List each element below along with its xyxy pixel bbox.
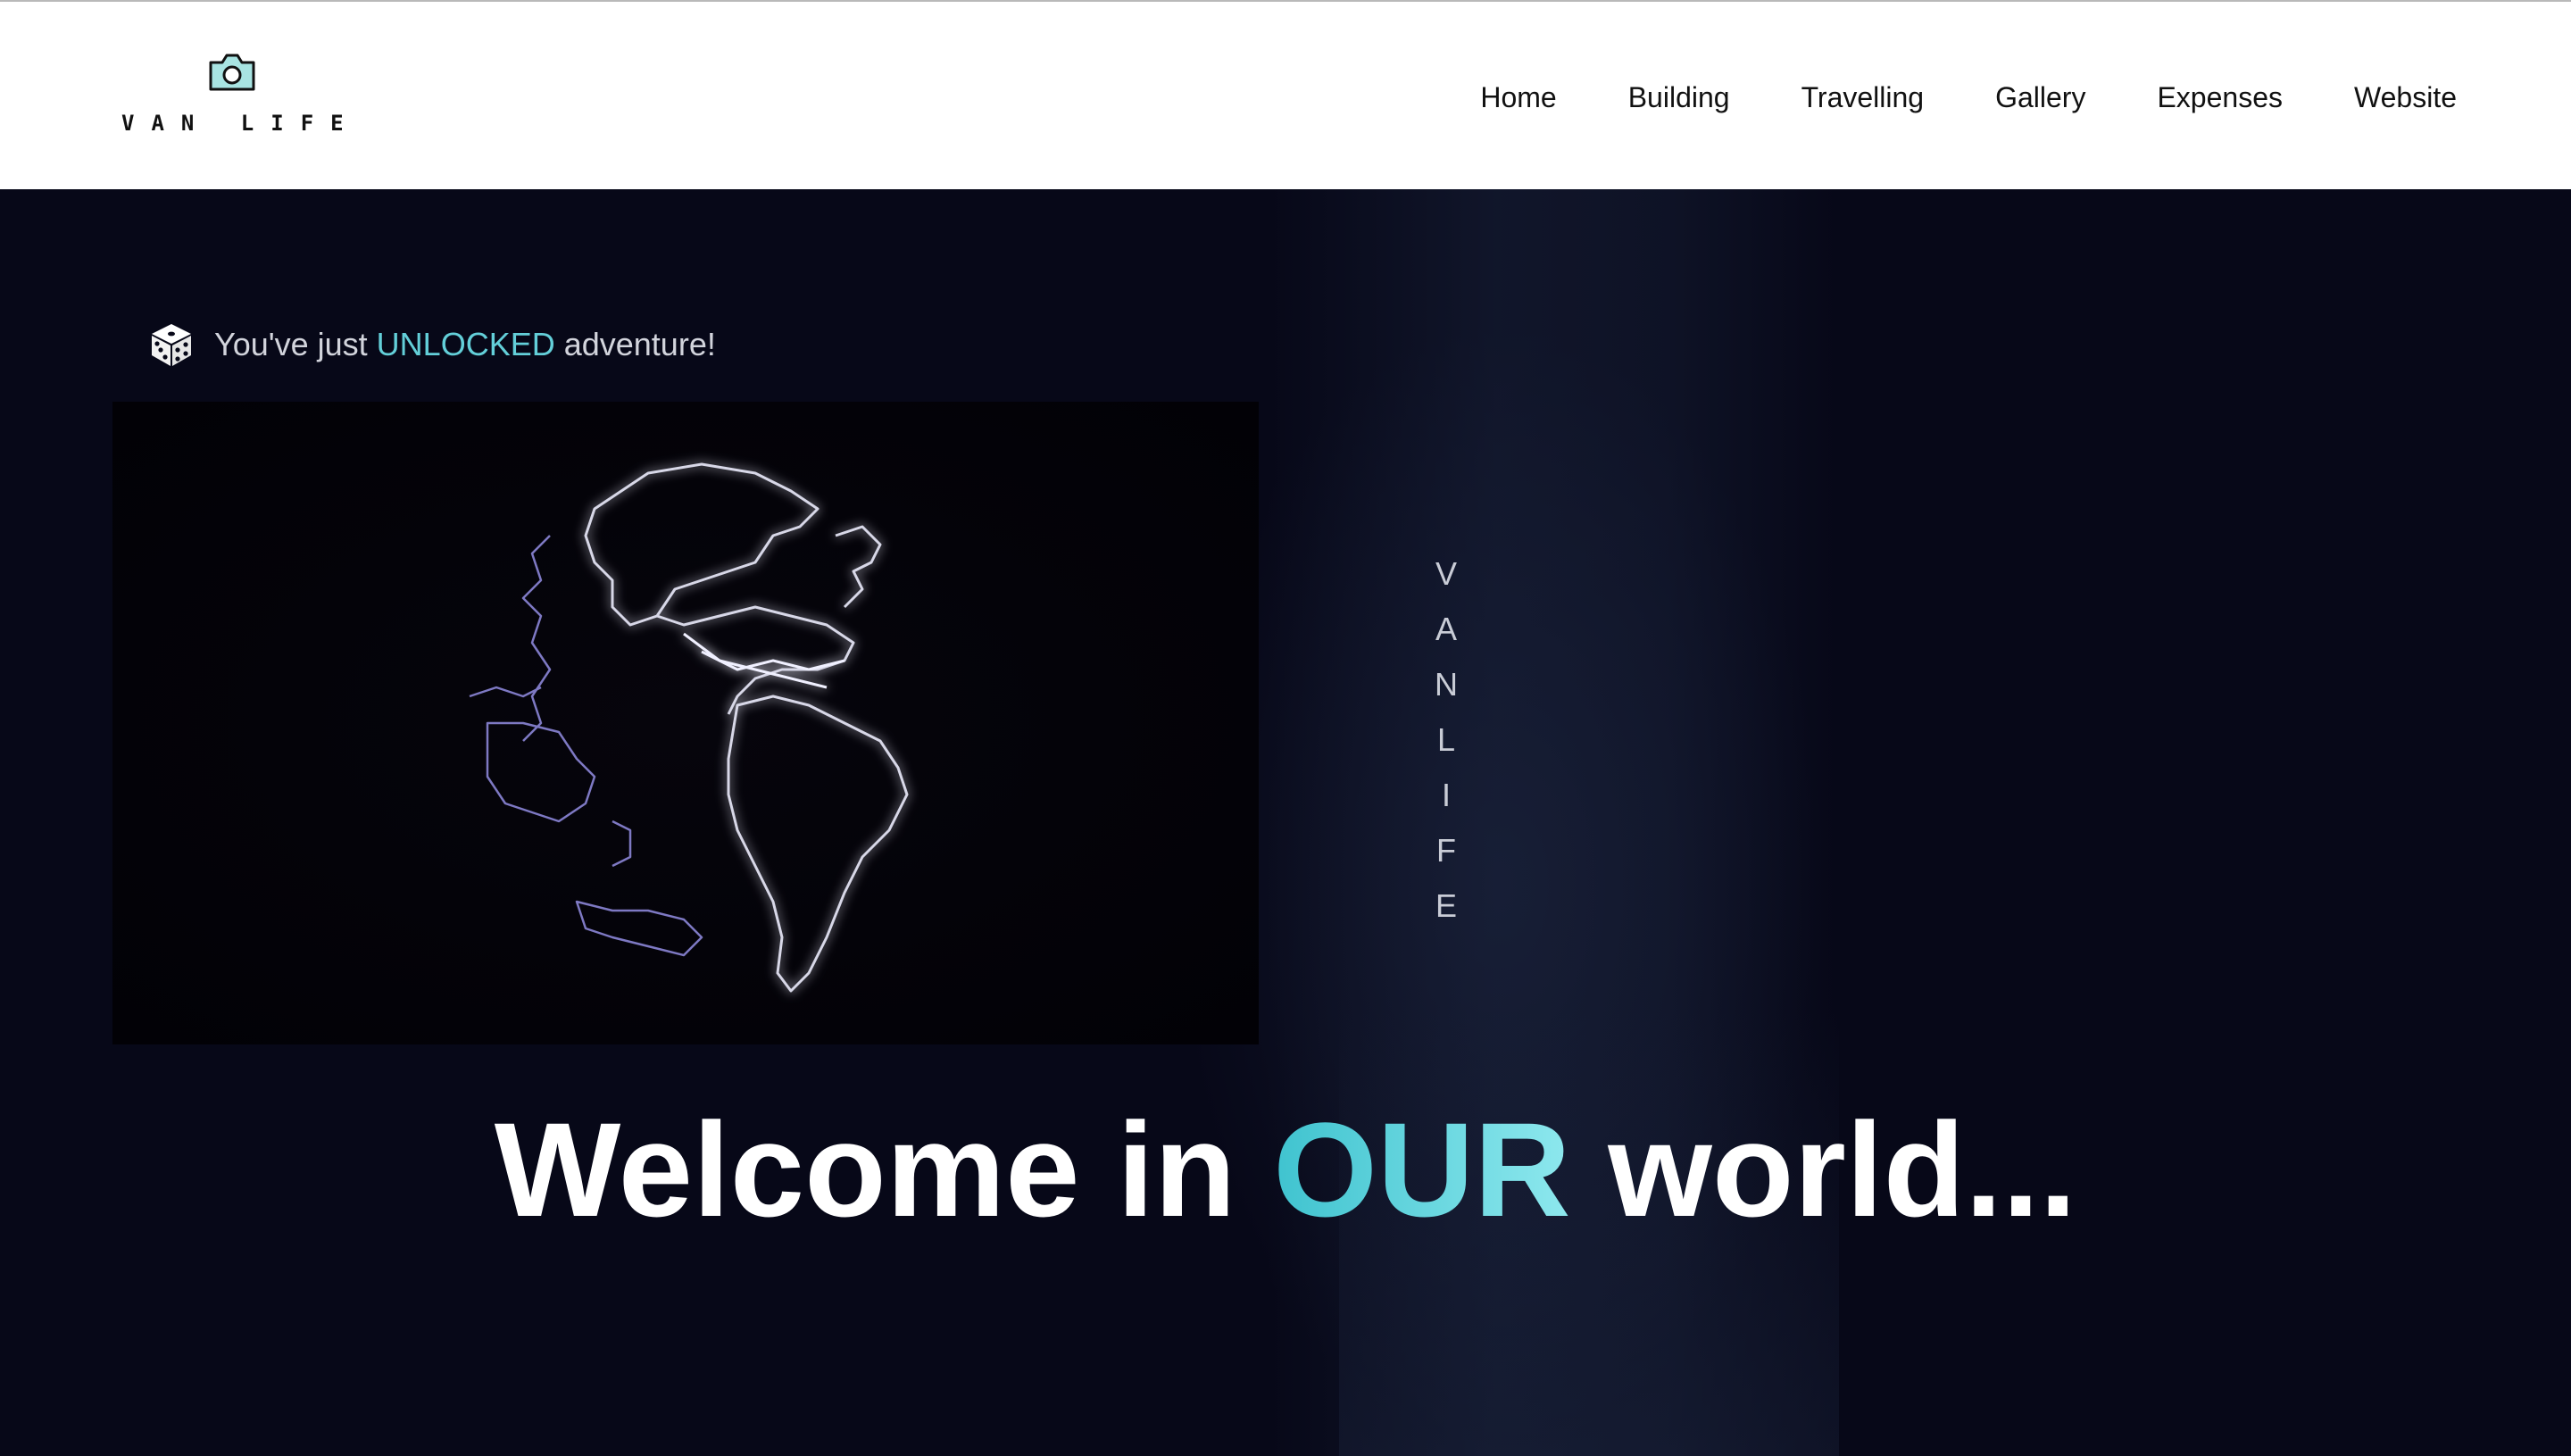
welcome-heading: Welcome in OUR world... [0, 1089, 2571, 1250]
vertical-van-life-text: V A N L I F E [1419, 546, 1473, 934]
nav-building[interactable]: Building [1628, 77, 1730, 118]
logo[interactable]: VAN LIFE [121, 52, 344, 141]
unlock-suffix: adventure! [554, 326, 716, 362]
nav-expenses[interactable]: Expenses [2157, 77, 2283, 118]
unlock-highlight: UNLOCKED [376, 326, 555, 362]
site-header: VAN LIFE Home Building Travelling Galler… [0, 0, 2571, 189]
globe-video[interactable] [112, 402, 1259, 1044]
vertical-letter: A [1435, 611, 1457, 647]
welcome-highlight: OUR [1273, 1094, 1571, 1244]
unlock-prefix: You've just [214, 326, 377, 362]
vertical-letter: E [1435, 887, 1457, 924]
vertical-letter: V [1435, 555, 1457, 592]
nav-website[interactable]: Website [2354, 77, 2457, 118]
camera-icon [207, 52, 257, 93]
dice-icon [148, 321, 195, 368]
nav-home[interactable]: Home [1480, 77, 1556, 118]
logo-text: VAN LIFE [121, 111, 361, 136]
page: VAN LIFE Home Building Travelling Galler… [0, 0, 2571, 1456]
welcome-prefix: Welcome in [494, 1094, 1274, 1244]
nav-travelling[interactable]: Travelling [1801, 77, 1925, 118]
welcome-suffix: world... [1570, 1094, 2077, 1244]
unlock-text: You've just UNLOCKED adventure! [214, 326, 716, 363]
main-nav: Home Building Travelling Gallery Expense… [1409, 77, 2457, 118]
hero-section: You've just UNLOCKED adventure! V A N L … [0, 189, 2571, 1456]
vertical-letter: N [1435, 666, 1458, 703]
vertical-letter: I [1441, 777, 1451, 813]
vertical-letter: F [1436, 832, 1456, 869]
vertical-letter: L [1436, 721, 1456, 758]
unlock-banner: You've just UNLOCKED adventure! [148, 320, 716, 370]
globe-illustration [112, 402, 1259, 1044]
nav-gallery[interactable]: Gallery [1995, 77, 2085, 118]
